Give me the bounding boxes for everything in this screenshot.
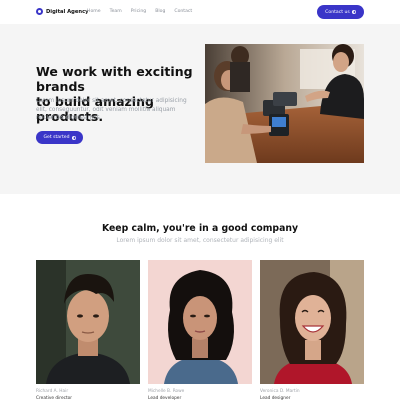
brand-name: Digital Agency xyxy=(46,8,89,15)
nav-link-pricing[interactable]: Pricing xyxy=(131,9,146,14)
top-navbar: Digital Agency Home Team Pricing Blog Co… xyxy=(0,0,400,24)
nav-links: Home Team Pricing Blog Contact xyxy=(87,9,201,14)
nav-link-blog[interactable]: Blog xyxy=(155,9,165,14)
nav-link-team[interactable]: Team xyxy=(110,9,122,14)
team-member-photo xyxy=(148,260,252,384)
team-member-role: Lead developer xyxy=(148,396,182,401)
nav-link-contact[interactable]: Contact xyxy=(174,9,192,14)
get-started-button[interactable]: Get started xyxy=(36,131,83,144)
team-section-subtitle: Lorem ipsum dolor sit amet, consectetur … xyxy=(116,237,284,244)
hero-section: We work with exciting brands to build am… xyxy=(0,24,400,194)
team-card-1[interactable]: Richard A. Hair Creative director xyxy=(36,260,140,401)
contact-us-label: Contact us xyxy=(325,9,350,15)
arrow-right-circle-icon xyxy=(71,135,76,140)
team-member-photo xyxy=(36,260,140,384)
team-member-name: Veronica D. Martin xyxy=(260,389,300,394)
team-member-role: Lead designer xyxy=(260,396,291,401)
portrait-young-man xyxy=(36,260,140,384)
brand-logo[interactable]: Digital Agency xyxy=(36,8,89,15)
team-section-title: Keep calm, you're in a good company xyxy=(101,223,299,234)
contact-us-button[interactable]: Contact us xyxy=(317,5,364,19)
hero-title-line1: We work with exciting brands xyxy=(36,64,193,94)
get-started-label: Get started xyxy=(43,135,70,140)
brand-dot-icon xyxy=(36,8,43,15)
nav-link-home[interactable]: Home xyxy=(87,9,101,14)
team-member-role: Creative director xyxy=(36,396,73,401)
arrow-right-circle-icon xyxy=(351,10,356,14)
team-member-name: Richard A. Hair xyxy=(36,389,69,394)
team-card-2[interactable]: Michelle B. Rowe Lead developer xyxy=(148,260,252,401)
team-member-name: Michelle B. Rowe xyxy=(148,389,185,394)
portrait-smiling-woman xyxy=(260,260,364,384)
hero-text: Lorem ipsum dolor sit amet, consectetur … xyxy=(36,98,187,122)
team-card-3[interactable]: Veronica D. Martin Lead designer xyxy=(260,260,364,401)
hero-photo-illustration xyxy=(205,44,364,163)
portrait-woman-dark-hair xyxy=(148,260,252,384)
hero-photo-shop-counter xyxy=(205,44,364,163)
team-member-photo xyxy=(260,260,364,384)
